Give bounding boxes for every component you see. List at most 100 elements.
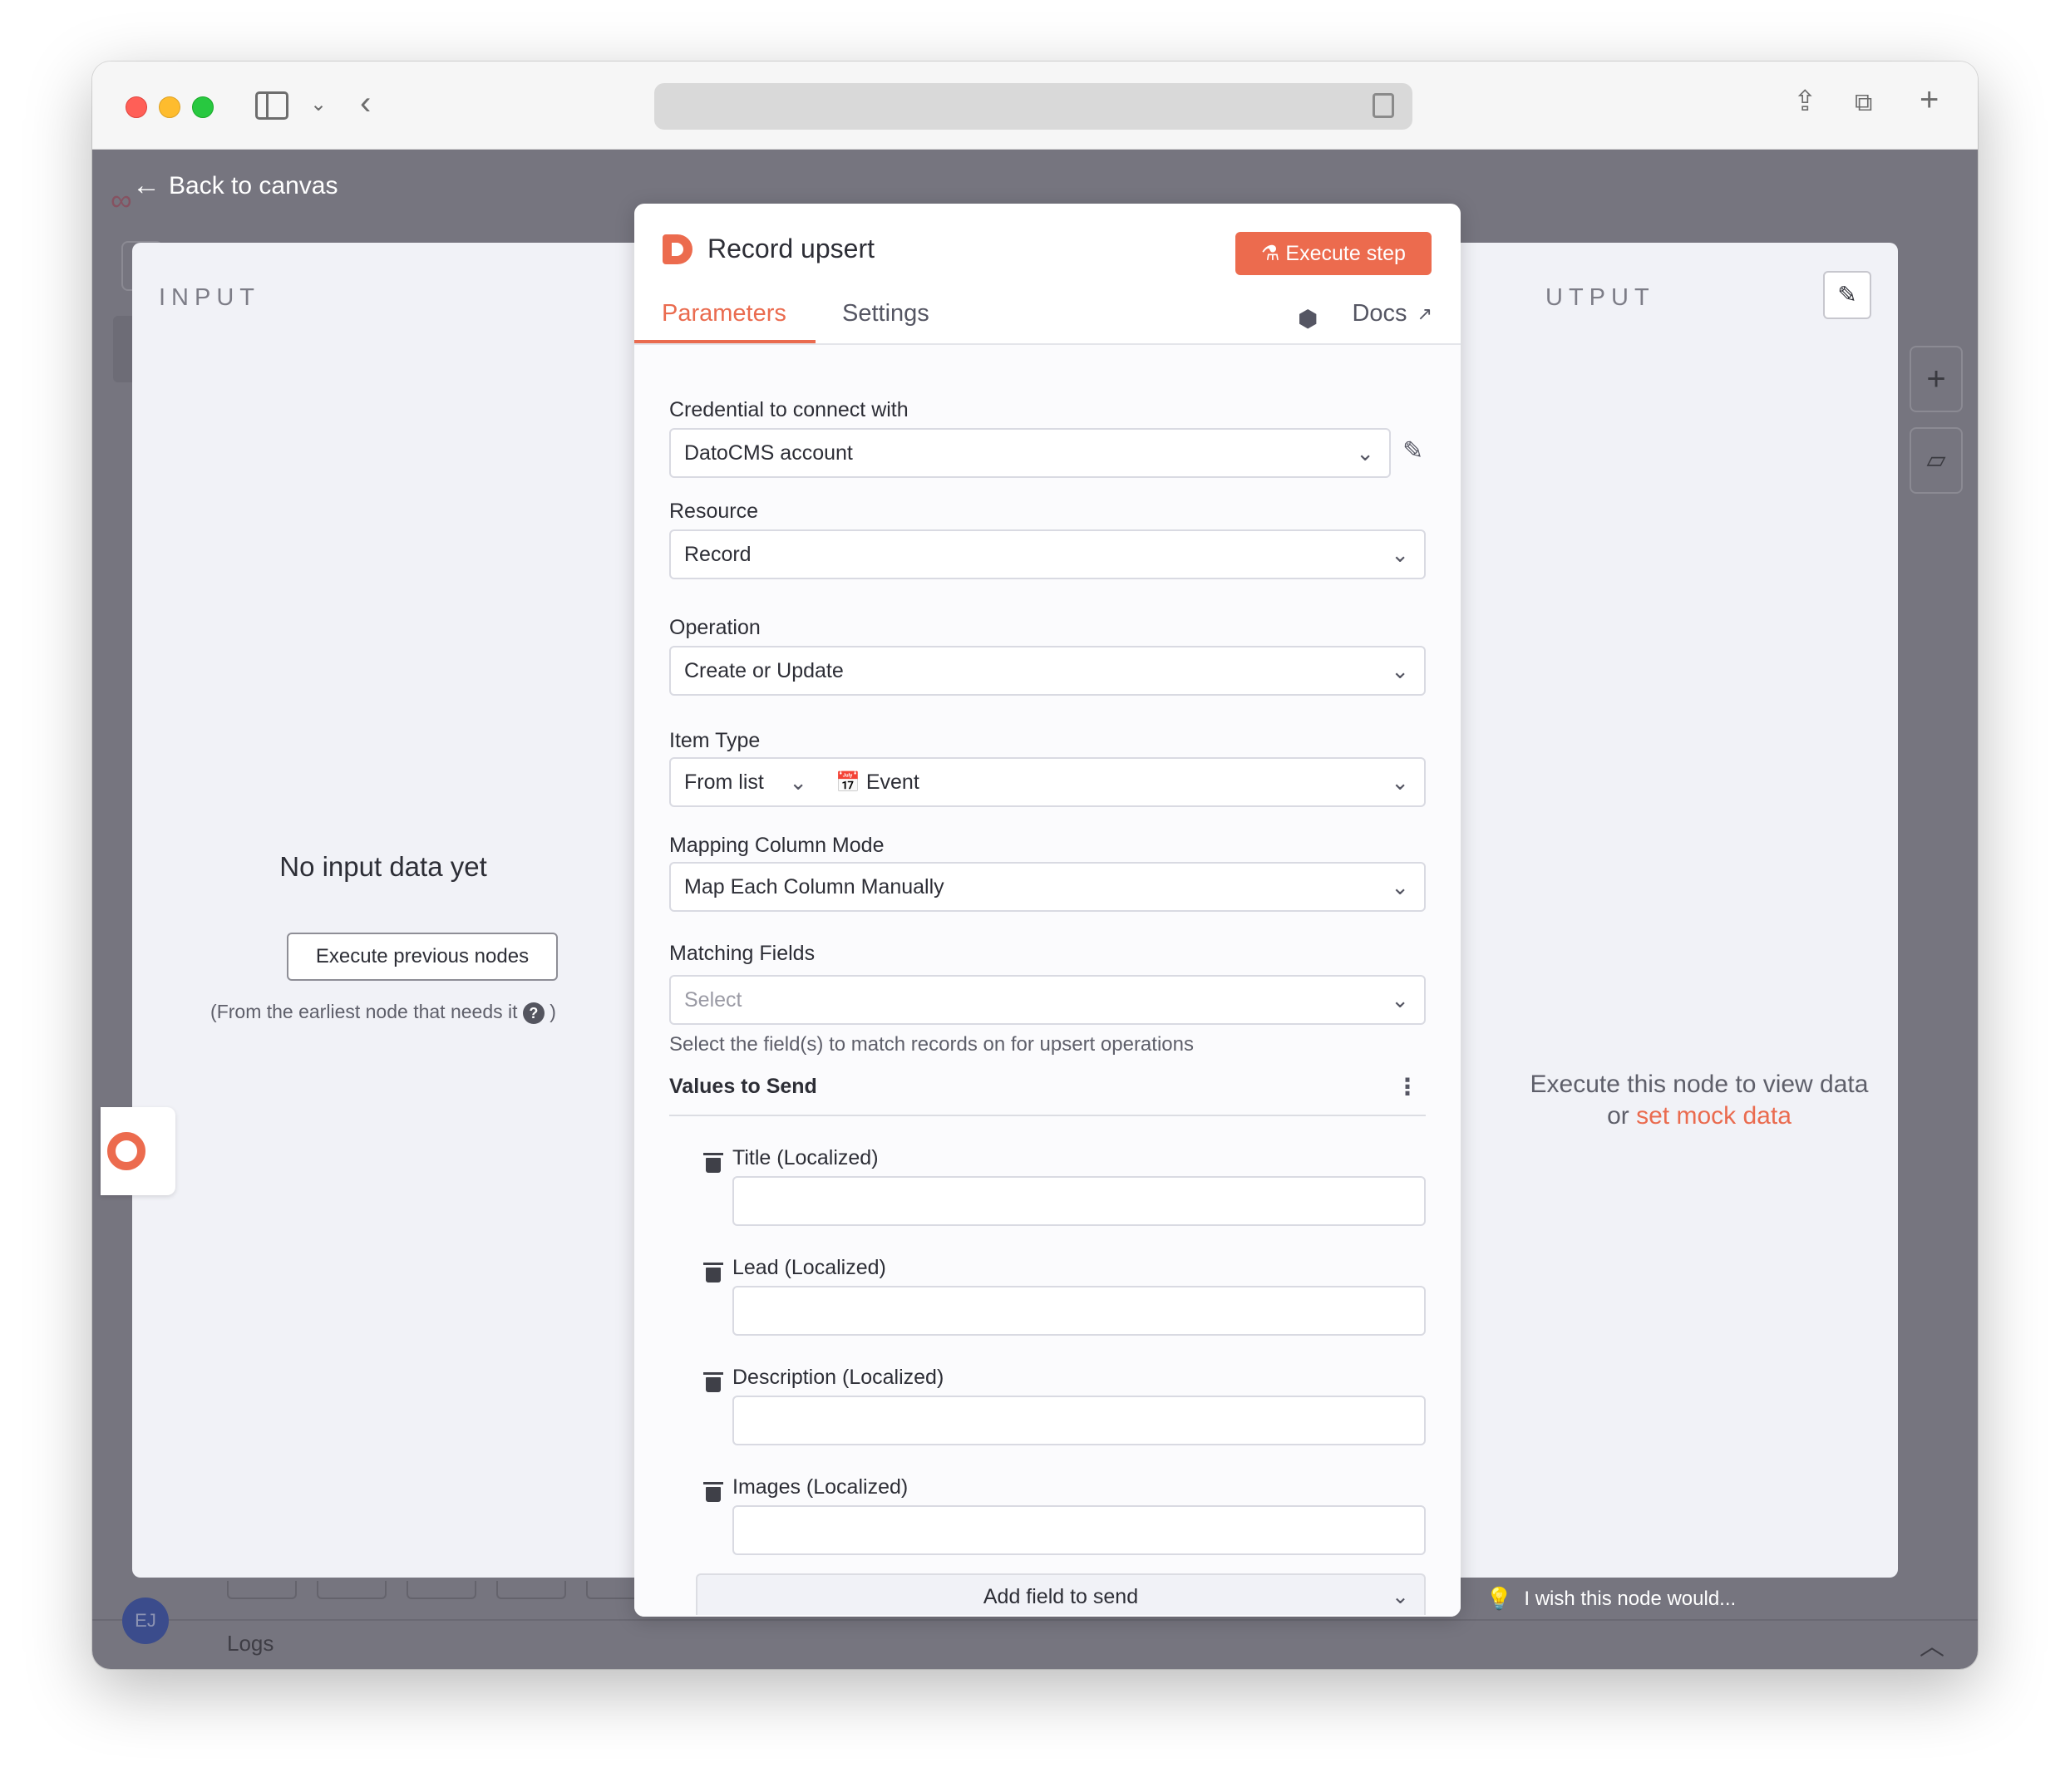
feedback-label: I wish this node would... xyxy=(1524,1587,1737,1610)
tab-parameters[interactable]: Parameters xyxy=(662,300,786,327)
output-message-line: Execute this node to view data xyxy=(1530,1071,1869,1098)
flask-icon: ⚗ xyxy=(1261,242,1280,265)
sidebar-toggle-icon[interactable] xyxy=(255,91,288,120)
output-message-line2: or set mock data xyxy=(1479,1100,1920,1132)
value-field-label: Images (Localized) xyxy=(732,1475,909,1499)
docs-link[interactable]: Docs ↗ xyxy=(1352,300,1432,327)
calendar-icon: 📅 xyxy=(835,771,860,794)
matching-fields-placeholder: Select xyxy=(684,988,742,1012)
chevron-down-icon: ⌄ xyxy=(1391,658,1409,683)
chevron-down-icon: ⌄ xyxy=(1356,441,1374,465)
active-tab-indicator xyxy=(634,340,816,343)
new-tab-icon[interactable]: + xyxy=(1920,83,1939,116)
lead-localized-input[interactable] xyxy=(732,1286,1426,1336)
edit-credential-icon[interactable]: ✎ xyxy=(1402,436,1423,465)
node-title-text[interactable]: Record upsert xyxy=(707,234,875,264)
canvas-toolbar-item[interactable] xyxy=(496,1581,566,1599)
node-title: Record upsert xyxy=(663,234,875,264)
chevron-down-icon: ⌄ xyxy=(1391,874,1409,899)
input-node-handle[interactable] xyxy=(101,1107,175,1195)
value-field-label: Title (Localized) xyxy=(732,1146,879,1169)
output-empty-message: Execute this node to view data or set mo… xyxy=(1479,1069,1920,1132)
credential-value: DatoCMS account xyxy=(684,441,853,465)
description-localized-input[interactable] xyxy=(732,1396,1426,1445)
execute-step-button[interactable]: ⚗ Execute step xyxy=(1235,232,1432,275)
value-field-label: Description (Localized) xyxy=(732,1366,944,1389)
canvas-toolbar-item[interactable] xyxy=(317,1581,387,1599)
browser-titlebar: ⌄ ‹ ⇪ ⧉ + xyxy=(92,62,1978,150)
node-ring-icon xyxy=(107,1132,145,1170)
back-nav-icon[interactable]: ‹ xyxy=(360,86,371,120)
mapping-mode-value: Map Each Column Manually xyxy=(684,875,944,898)
trash-icon[interactable] xyxy=(703,1372,723,1392)
reader-view-icon[interactable] xyxy=(1373,93,1394,118)
share-icon[interactable]: ⇪ xyxy=(1793,85,1817,118)
set-mock-data-link[interactable]: set mock data xyxy=(1636,1102,1792,1130)
earliest-hint-close: ) xyxy=(550,1001,556,1022)
operation-label: Operation xyxy=(669,616,761,639)
credential-select[interactable]: DatoCMS account ⌄ xyxy=(669,428,1391,478)
resource-select[interactable]: Record ⌄ xyxy=(669,529,1426,579)
feedback-link[interactable]: 💡 I wish this node would... xyxy=(1486,1586,1736,1612)
value-field-label: Lead (Localized) xyxy=(732,1256,886,1279)
pencil-icon: ✎ xyxy=(1837,282,1857,308)
operation-select[interactable]: Create or Update ⌄ xyxy=(669,646,1426,696)
url-bar[interactable] xyxy=(654,83,1412,130)
chevron-down-icon: ⌄ xyxy=(1392,1585,1409,1608)
canvas-toolbar-item[interactable] xyxy=(407,1581,476,1599)
credential-label: Credential to connect with xyxy=(669,398,909,421)
images-localized-input[interactable] xyxy=(732,1505,1426,1555)
cube-icon[interactable]: ⬢ xyxy=(1298,305,1318,332)
chevron-down-icon[interactable]: ⌄ xyxy=(310,88,327,121)
earliest-hint-text: (From the earliest node that needs it xyxy=(210,1001,518,1022)
chevron-down-icon: ⌄ xyxy=(1391,770,1409,795)
close-window-button[interactable] xyxy=(126,96,147,118)
trash-icon[interactable] xyxy=(703,1263,723,1282)
lightbulb-icon: 💡 xyxy=(1486,1586,1513,1611)
operation-value: Create or Update xyxy=(684,659,844,682)
trash-icon[interactable] xyxy=(703,1153,723,1173)
execute-previous-nodes-button[interactable]: Execute previous nodes xyxy=(287,933,558,981)
logs-bar[interactable] xyxy=(92,1619,1978,1669)
resource-value: Record xyxy=(684,543,752,566)
edit-output-button[interactable]: ✎ xyxy=(1823,271,1871,319)
chevron-up-icon[interactable]: ︿ xyxy=(1920,1626,1944,1662)
matching-fields-select[interactable]: Select ⌄ xyxy=(669,975,1426,1025)
item-type-mode-value: From list xyxy=(684,770,764,794)
docs-label: Docs xyxy=(1352,300,1407,327)
earliest-node-hint: (From the earliest node that needs it ? … xyxy=(132,1001,634,1024)
add-field-to-send-select[interactable]: Add field to send ⌄ xyxy=(696,1573,1426,1615)
node-tabs: Parameters Settings Docs ↗ xyxy=(634,293,1461,345)
title-localized-input[interactable] xyxy=(732,1176,1426,1226)
add-node-button[interactable]: + xyxy=(1910,346,1963,412)
output-or-text: or xyxy=(1607,1102,1629,1130)
trash-icon[interactable] xyxy=(703,1482,723,1502)
n8n-logo-icon: ∞ xyxy=(111,183,132,217)
item-type-select[interactable]: 📅 Event ⌄ xyxy=(822,757,1426,807)
canvas-toolbar-item[interactable] xyxy=(227,1581,297,1599)
values-to-send-header: Values to Send ⋮ xyxy=(669,1075,1426,1116)
input-panel-label: INPUT xyxy=(159,284,260,311)
minimize-window-button[interactable] xyxy=(159,96,180,118)
back-to-canvas-button[interactable]: ← Back to canvas xyxy=(132,170,338,202)
resource-label: Resource xyxy=(669,500,758,523)
matching-fields-label: Matching Fields xyxy=(669,942,816,965)
tabs-overview-icon[interactable]: ⧉ xyxy=(1855,86,1872,120)
zoom-window-button[interactable] xyxy=(192,96,214,118)
help-icon[interactable]: ? xyxy=(522,1002,545,1024)
avatar[interactable]: EJ xyxy=(122,1598,169,1644)
mapping-mode-select[interactable]: Map Each Column Manually ⌄ xyxy=(669,862,1426,912)
tab-settings[interactable]: Settings xyxy=(842,300,929,327)
chevron-down-icon: ⌄ xyxy=(789,770,807,795)
datocms-logo-icon xyxy=(663,234,692,264)
logs-label[interactable]: Logs xyxy=(227,1631,274,1657)
kebab-menu-icon[interactable]: ⋮ xyxy=(1396,1075,1419,1100)
item-type-value: Event xyxy=(865,770,919,794)
item-type-mode-select[interactable]: From list ⌄ xyxy=(669,757,824,807)
sticky-note-button[interactable]: ▱ xyxy=(1910,427,1963,494)
arrow-left-icon: ← xyxy=(132,170,160,201)
no-input-title: No input data yet xyxy=(279,851,487,882)
item-type-label: Item Type xyxy=(669,729,761,752)
execute-step-label: Execute step xyxy=(1285,242,1406,265)
output-panel-label: UTPUT xyxy=(1545,284,1655,311)
